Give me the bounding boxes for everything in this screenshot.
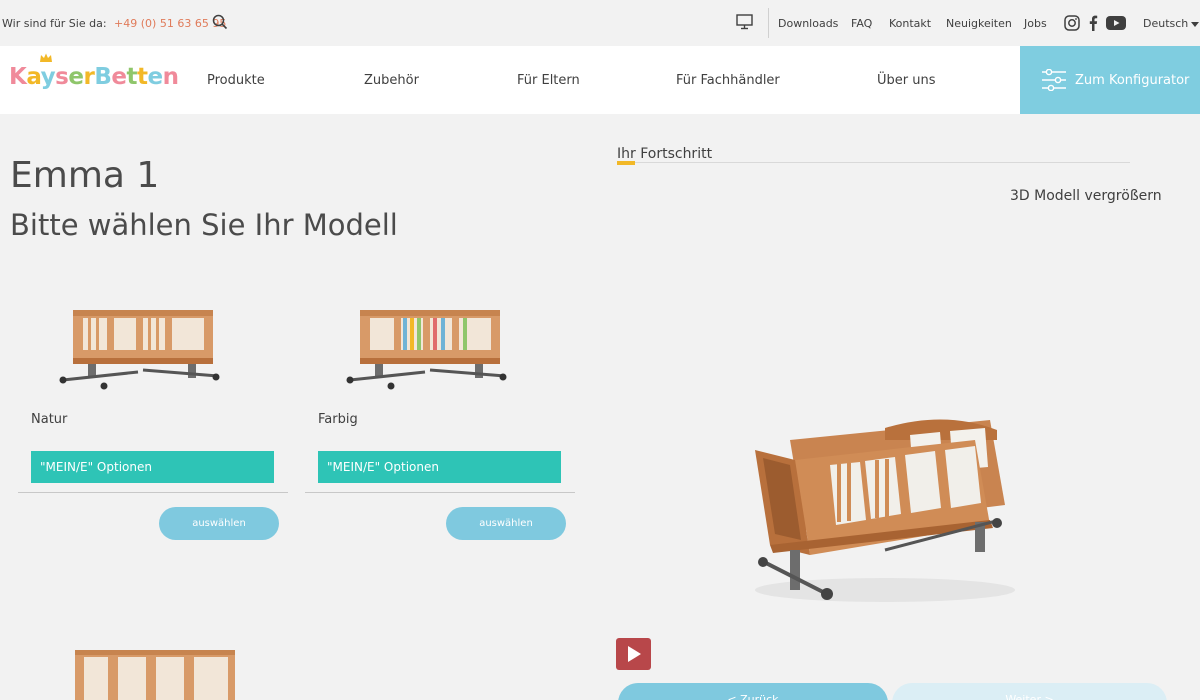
downloads-link[interactable]: Downloads [778, 17, 838, 30]
page-subtitle: Bitte wählen Sie Ihr Modell [10, 208, 398, 242]
youtube-icon[interactable] [1106, 16, 1126, 33]
card-divider [305, 492, 575, 493]
nav-produkte[interactable]: Produkte [207, 73, 265, 88]
phone-link[interactable]: +49 (0) 51 63 65 95 [114, 17, 226, 30]
options-bar[interactable]: "MEIN/E" Optionen [31, 451, 274, 483]
next-button[interactable]: Weiter > [892, 683, 1167, 700]
instagram-icon[interactable] [1064, 15, 1080, 34]
model-name: Natur [31, 412, 68, 427]
language-selector[interactable]: Deutsch [1143, 17, 1200, 30]
top-utility-bar: Wir sind für Sie da: +49 (0) 51 63 65 95… [0, 0, 1200, 46]
select-button[interactable]: auswählen [159, 507, 279, 540]
nav-fuer-eltern[interactable]: Für Eltern [517, 73, 580, 88]
progress-indicator [617, 161, 635, 165]
back-button[interactable]: < Zurück [618, 683, 888, 700]
topbar-divider [768, 8, 769, 38]
options-bar[interactable]: "MEIN/E" Optionen [318, 451, 561, 483]
enlarge-3d-model-link[interactable]: 3D Modell vergrößern [1010, 188, 1162, 204]
nav-ueber-uns[interactable]: Über uns [877, 73, 936, 88]
chevron-down-icon [1191, 21, 1200, 27]
play-icon [628, 646, 641, 662]
progress-title: Ihr Fortschritt [617, 146, 713, 162]
product-image[interactable] [48, 300, 233, 390]
nav-zubehoer[interactable]: Zubehör [364, 73, 419, 88]
configurator-label: Zum Konfigurator [1075, 73, 1190, 88]
product-image[interactable] [335, 300, 520, 390]
configurator-button[interactable]: Zum Konfigurator [1020, 46, 1200, 114]
faq-link[interactable]: FAQ [851, 17, 872, 30]
play-video-button[interactable] [616, 638, 651, 670]
search-icon[interactable] [212, 14, 228, 33]
neuigkeiten-link[interactable]: Neuigkeiten [946, 17, 1012, 30]
language-label: Deutsch [1143, 17, 1189, 30]
jobs-link[interactable]: Jobs [1024, 17, 1047, 30]
card-divider [18, 492, 288, 493]
main-navigation: KayserBetten Produkte Zubehör Für Eltern… [0, 46, 1200, 114]
select-button[interactable]: auswählen [446, 507, 566, 540]
crown-icon [40, 53, 52, 62]
contact-label: Wir sind für Sie da: [2, 17, 107, 30]
sliders-icon [1042, 69, 1066, 91]
page-title: Emma 1 [10, 155, 160, 196]
facebook-icon[interactable] [1088, 15, 1098, 34]
kontakt-link[interactable]: Kontakt [889, 17, 931, 30]
progress-track [617, 162, 1130, 163]
product-image-partial[interactable] [70, 645, 240, 700]
logo[interactable]: KayserBetten [9, 53, 179, 90]
contact-info: Wir sind für Sie da: +49 (0) 51 63 65 95 [2, 17, 226, 30]
monitor-icon[interactable] [736, 14, 753, 33]
3d-model-viewer[interactable] [735, 410, 1025, 610]
nav-fuer-fachhaendler[interactable]: Für Fachhändler [676, 73, 780, 88]
model-name: Farbig [318, 412, 358, 427]
